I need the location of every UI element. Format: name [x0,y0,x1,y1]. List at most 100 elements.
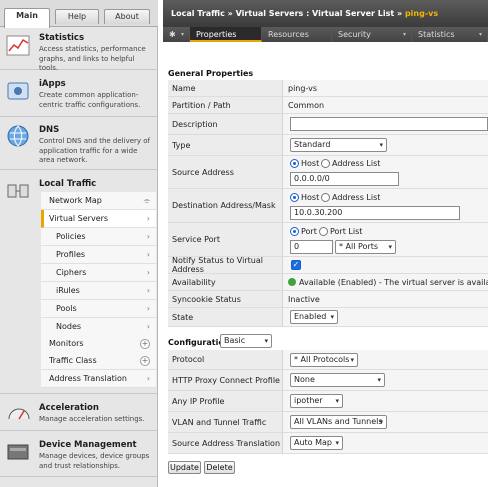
section-device-management[interactable]: Device Management Manage devices, device… [0,432,158,477]
section-iapps[interactable]: iApps Create common application-centric … [0,71,158,117]
destination-input[interactable]: 10.0.30.200 [290,206,460,220]
app: Main Help About Statistics Access statis… [0,0,488,487]
state-select-value: Enabled [294,312,327,321]
snat-select-value: Auto Map [294,438,332,447]
snat-label: Source Address Translation [168,433,283,453]
device-icon [7,444,29,460]
tab-statistics-label: Statistics [418,30,455,39]
update-button[interactable]: Update [168,461,201,474]
tab-security-label: Security [338,30,371,39]
statistics-icon [6,35,30,56]
nav-pools-label: Pools [56,304,77,313]
breadcrumb-current: ping-vs [404,9,439,18]
name-value: ping-vs [288,83,318,93]
nav-traffic-class[interactable]: Traffic Class + [41,352,156,370]
row-syncookie: Syncookie Status Inactive [168,291,488,308]
notify-checkbox[interactable]: ✓ [291,260,301,270]
vlan-select-value: All VLANs and Tunnels [294,417,383,426]
row-http-proxy: HTTP Proxy Connect Profile None ▾ [168,370,488,391]
snat-select[interactable]: Auto Map ▾ [290,436,343,450]
nav-monitors[interactable]: Monitors + [41,335,156,353]
dns-desc: Control DNS and the delivery of applicat… [39,137,151,164]
object-tabs: ✱ ▾ Properties Resources Security ▾ Statis… [163,27,488,42]
add-icon[interactable]: + [140,339,150,349]
notify-label: Notify Status to Virtual Address [168,256,283,274]
nav-policies[interactable]: Policies › [41,228,156,246]
row-availability: Availability Available (Enabled) - The v… [168,274,488,291]
radio-selected-icon [290,227,299,236]
http-proxy-label: HTTP Proxy Connect Profile [168,370,283,390]
chevron-down-icon: ▾ [379,141,383,149]
delete-button[interactable]: Delete [204,461,235,474]
port-input[interactable]: 0 [290,240,333,254]
destination-label: Destination Address/Mask [168,189,283,222]
tab-main[interactable]: Main [4,8,50,28]
chevron-down-icon: ▾ [379,418,383,426]
type-label: Type [168,135,283,155]
row-description: Description [168,114,488,135]
port-select[interactable]: * All Ports ▾ [335,240,396,254]
nav-profiles[interactable]: Profiles › [41,246,156,264]
port-radio[interactable]: Port [290,227,317,236]
general-properties-heading: General Properties [168,69,254,78]
any-ip-select[interactable]: ipother ▾ [290,394,343,408]
port-list-radio[interactable]: Port List [319,227,362,236]
http-proxy-select[interactable]: None ▾ [290,373,385,387]
description-input[interactable] [290,117,488,131]
nav-irules[interactable]: iRules › [41,282,156,300]
iapps-icon [7,82,29,100]
statistics-title: Statistics [39,33,85,43]
chevron-right-icon: › [146,268,150,277]
local-traffic-title[interactable]: Local Traffic [39,179,96,189]
nav-pools[interactable]: Pools › [41,300,156,318]
service-port-label: Service Port [168,223,283,256]
chevron-right-icon: › [146,214,150,223]
tab-properties[interactable]: Properties [190,27,262,42]
protocol-select[interactable]: * All Protocols ▾ [290,353,358,367]
source-host-radio[interactable]: Host [290,159,319,168]
tab-help[interactable]: Help [55,9,99,24]
availability-text: Available (Enabled) - The virtual server… [299,277,488,287]
type-select[interactable]: Standard ▾ [290,138,387,152]
syncookie-value: Inactive [288,294,320,304]
gear-menu-button[interactable]: ✱ ▾ [163,27,190,42]
iapps-desc: Create common application-centric traffi… [39,91,141,109]
add-icon[interactable]: + [140,356,150,366]
tab-security[interactable]: Security ▾ [332,27,412,42]
nav-virtual-servers-label: Virtual Servers [49,214,109,223]
chevron-right-icon: › [146,374,150,383]
chevron-down-icon: ▾ [377,376,381,384]
row-type: Type Standard ▾ [168,135,488,156]
nav-ciphers[interactable]: Ciphers › [41,264,156,282]
source-list-radio[interactable]: Address List [321,159,380,168]
chevron-down-icon: ▾ [388,243,392,251]
dns-title: DNS [39,125,60,135]
tab-about[interactable]: About [104,9,150,24]
vlan-select[interactable]: All VLANs and Tunnels ▾ [290,415,387,429]
dest-list-radio[interactable]: Address List [321,193,380,202]
row-partition: Partition / Path Common [168,97,488,114]
nav-address-translation[interactable]: Address Translation › [41,370,156,388]
acceleration-title: Acceleration [39,403,99,413]
configuration-mode-select[interactable]: Basic ▾ [220,334,272,348]
protocol-select-value: * All Protocols [294,355,350,364]
nav-irules-label: iRules [56,286,80,295]
partition-label: Partition / Path [168,97,283,113]
nav-network-map[interactable]: Network Map ⌯ [41,192,156,210]
row-snat: Source Address Translation Auto Map ▾ [168,433,488,454]
breadcrumb-local-traffic[interactable]: Local Traffic [171,9,225,18]
state-select[interactable]: Enabled ▾ [290,310,338,324]
nav-virtual-servers[interactable]: Virtual Servers › [41,210,156,228]
protocol-label: Protocol [168,350,283,369]
dest-host-radio[interactable]: Host [290,193,319,202]
nav-address-translation-label: Address Translation [49,374,127,383]
source-address-input[interactable]: 0.0.0.0/0 [290,172,399,186]
nav-nodes[interactable]: Nodes › [41,318,156,336]
section-dns[interactable]: DNS Control DNS and the delivery of appl… [0,118,158,170]
breadcrumb-virtual-servers[interactable]: Virtual Servers : Virtual Server List [236,9,395,18]
section-acceleration[interactable]: Acceleration Manage acceleration setting… [0,393,158,431]
tab-statistics[interactable]: Statistics ▾ [412,27,488,42]
section-statistics[interactable]: Statistics Access statistics, performanc… [0,28,158,72]
tab-resources[interactable]: Resources [262,27,332,42]
chevron-down-icon: ▾ [180,31,184,38]
